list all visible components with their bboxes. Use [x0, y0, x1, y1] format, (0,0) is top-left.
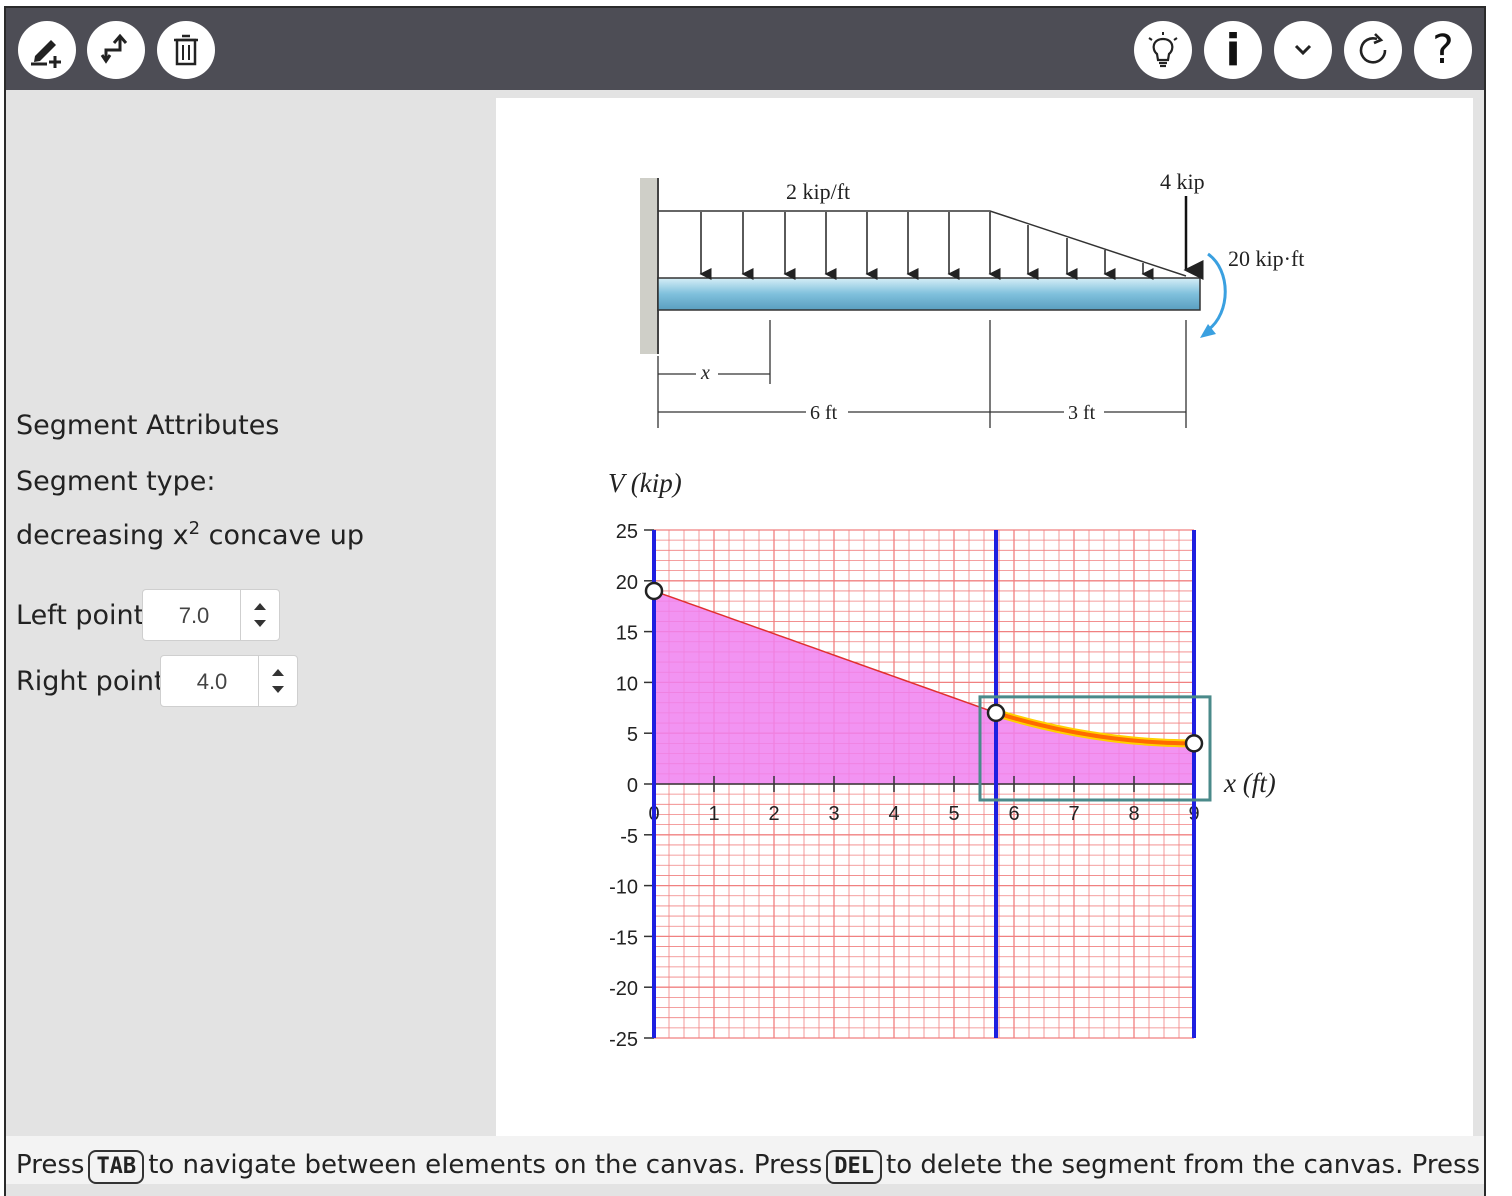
info-button[interactable]: i: [1204, 21, 1262, 79]
y-tick-label: -25: [609, 1029, 638, 1051]
segment-handle[interactable]: [986, 703, 1006, 723]
segment-type-exponent: 2: [188, 518, 201, 539]
instr-text-2: to navigate between elements on the canv…: [148, 1150, 823, 1180]
tab-key: TAB: [88, 1150, 145, 1184]
y-tick-label: -20: [609, 978, 638, 1000]
panel-title: Segment Attributes: [16, 410, 280, 441]
toolbar: i ?: [6, 8, 1484, 90]
segment-attributes-panel: Segment Attributes Segment type: decreas…: [6, 90, 486, 1136]
redo-circle-icon: [1359, 33, 1387, 64]
right-point-arrows[interactable]: [258, 656, 297, 706]
delete-segment-button[interactable]: [157, 21, 215, 79]
x-tick-label: 5: [948, 803, 959, 825]
left-point-arrows[interactable]: [240, 590, 279, 640]
x-tick-label: 3: [828, 803, 839, 825]
beam: [657, 277, 1201, 311]
y-tick-label: 25: [616, 521, 638, 543]
moment-label: 20 kip·ft: [1228, 246, 1304, 271]
pencil-plus-icon: [31, 40, 61, 68]
distributed-load-label: 2 kip/ft: [786, 179, 850, 204]
expand-button[interactable]: [1274, 21, 1332, 79]
drawing-canvas: 2 kip/ft 4 kip 20 kip·ft x 6 ft 3 ft V (…: [496, 98, 1473, 1136]
x-tick-label: 7: [1068, 803, 1079, 825]
step-arrow-icon: [100, 33, 128, 64]
hint-button[interactable]: [1134, 21, 1192, 79]
x-axis-title: x (ft): [1223, 768, 1276, 798]
point-load-label: 4 kip: [1160, 169, 1205, 194]
y-axis-title: V (kip): [608, 468, 682, 498]
add-segment-button[interactable]: [18, 21, 76, 79]
x-tick-label: 2: [768, 803, 779, 825]
x-tick-label: 8: [1128, 803, 1139, 825]
segment-area: [654, 590, 996, 784]
dimension-6ft-label: 6 ft: [810, 402, 838, 424]
x-tick-label: 4: [888, 803, 899, 825]
moment-arrow: [1207, 252, 1227, 332]
load-arrows: [699, 212, 1154, 280]
help-button[interactable]: ?: [1414, 21, 1472, 79]
footer-instructions: Press TAB to navigate between elements on …: [6, 1136, 1484, 1184]
connect-segments-button[interactable]: [87, 21, 145, 79]
dimension-3ft-label: 3 ft: [1068, 402, 1096, 424]
right-point-label: Right point: [16, 666, 165, 697]
segment-type-suffix: concave up: [200, 520, 364, 551]
left-point-stepper[interactable]: [142, 589, 280, 642]
chevron-down-icon: [1294, 44, 1312, 56]
y-tick-label: -10: [609, 877, 638, 899]
del-key: DEL: [826, 1150, 883, 1184]
y-tick-label: 10: [616, 673, 638, 695]
stepper-arrows-icon: [272, 669, 284, 693]
instr-text-1: Press: [16, 1150, 85, 1180]
right-point-stepper[interactable]: [160, 655, 298, 708]
beam-figure: 2 kip/ft 4 kip 20 kip·ft x 6 ft 3 ft: [640, 169, 1304, 428]
x-tick-label: 1: [708, 803, 719, 825]
distributed-load-outline: [658, 210, 1187, 277]
segment-handle[interactable]: [644, 581, 664, 601]
y-tick-label: -5: [620, 826, 638, 848]
reset-button[interactable]: [1344, 21, 1402, 79]
y-tick-label: 5: [627, 724, 638, 746]
left-point-input[interactable]: [143, 590, 245, 642]
instr-text-3: to delete the segment from the canvas. P…: [886, 1150, 1481, 1180]
segment-type-value: decreasing x2 concave up: [16, 518, 364, 551]
segment-type-prefix: decreasing x: [16, 520, 189, 551]
trash-icon: [174, 34, 198, 66]
instructions-text: Press TAB to navigate between elements on …: [16, 1150, 1480, 1184]
segment-handle[interactable]: [1184, 734, 1204, 753]
lightbulb-icon: [1148, 32, 1178, 68]
y-tick-label: 0: [627, 775, 638, 797]
axes: [644, 529, 1195, 1039]
x-tick-label: 6: [1008, 803, 1019, 825]
right-point-input[interactable]: [161, 656, 263, 708]
y-tick-label: 15: [616, 623, 638, 645]
y-tick-label: -15: [609, 927, 638, 949]
fixed-wall: [640, 178, 658, 354]
stepper-arrows-icon: [254, 603, 266, 627]
shear-diagram[interactable]: V (kip) x (ft) 2520151050-5-10-15-20-250…: [496, 458, 1473, 1058]
left-point-label: Left point: [16, 600, 145, 631]
tick-labels: 2520151050-5-10-15-20-250123456789: [609, 521, 1199, 1051]
dimension-lines: [657, 320, 1187, 428]
info-icon: i: [1225, 24, 1241, 76]
segment-type-label: Segment type:: [16, 466, 216, 497]
y-tick-label: 20: [616, 572, 638, 594]
help-icon: ?: [1432, 27, 1454, 73]
x-dimension-label: x: [700, 362, 710, 384]
